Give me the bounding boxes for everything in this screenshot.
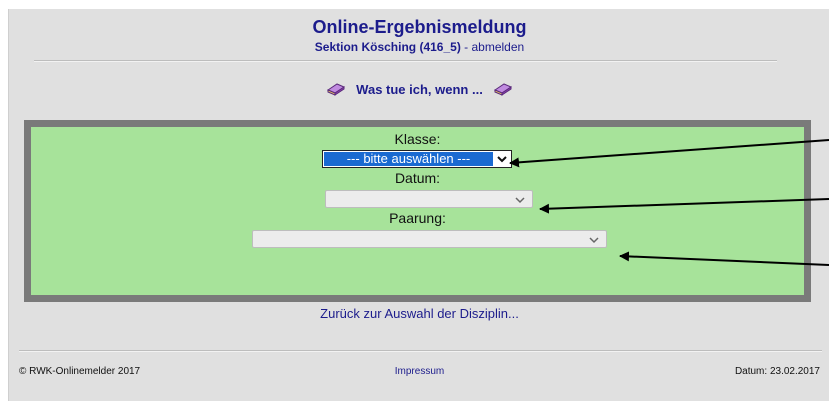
page-frame: Online-Ergebnismeldung Sektion Kösching …: [8, 9, 829, 401]
selection-panel: Klasse: --- bitte auswählen --- Datum: P…: [24, 120, 811, 302]
paarung-select[interactable]: [252, 230, 607, 248]
klasse-select[interactable]: --- bitte auswählen ---: [322, 150, 512, 168]
book-icon: [493, 81, 513, 97]
page-title: Online-Ergebnismeldung: [312, 17, 527, 37]
datum-select[interactable]: [325, 190, 533, 208]
footer-divider: [19, 350, 822, 352]
logout-link[interactable]: abmelden: [472, 40, 525, 54]
paarung-label: Paarung:: [389, 210, 446, 226]
klasse-label: Klasse:: [394, 131, 441, 147]
chevron-down-icon: [515, 197, 525, 204]
help-label[interactable]: Was tue ich, wenn ...: [356, 82, 483, 97]
chevron-down-icon: [589, 237, 599, 244]
back-to-discipline-link[interactable]: Zurück zur Auswahl der Disziplin...: [9, 306, 829, 321]
section-subtitle: Sektion Kösching (416_5) - abmelden: [9, 40, 829, 54]
subtitle-separator: -: [460, 40, 472, 54]
footer-date: Datum: 23.02.2017: [734, 366, 820, 377]
help-link[interactable]: Was tue ich, wenn ...: [9, 81, 829, 97]
impressum-link[interactable]: Impressum: [9, 366, 829, 377]
book-icon: [326, 81, 346, 97]
header-divider: [34, 60, 777, 62]
section-name: Sektion Kösching (416_5): [314, 40, 461, 54]
chevron-down-icon: [497, 156, 507, 163]
klasse-selected-value: --- bitte auswählen ---: [324, 152, 493, 166]
datum-label: Datum:: [394, 170, 441, 186]
